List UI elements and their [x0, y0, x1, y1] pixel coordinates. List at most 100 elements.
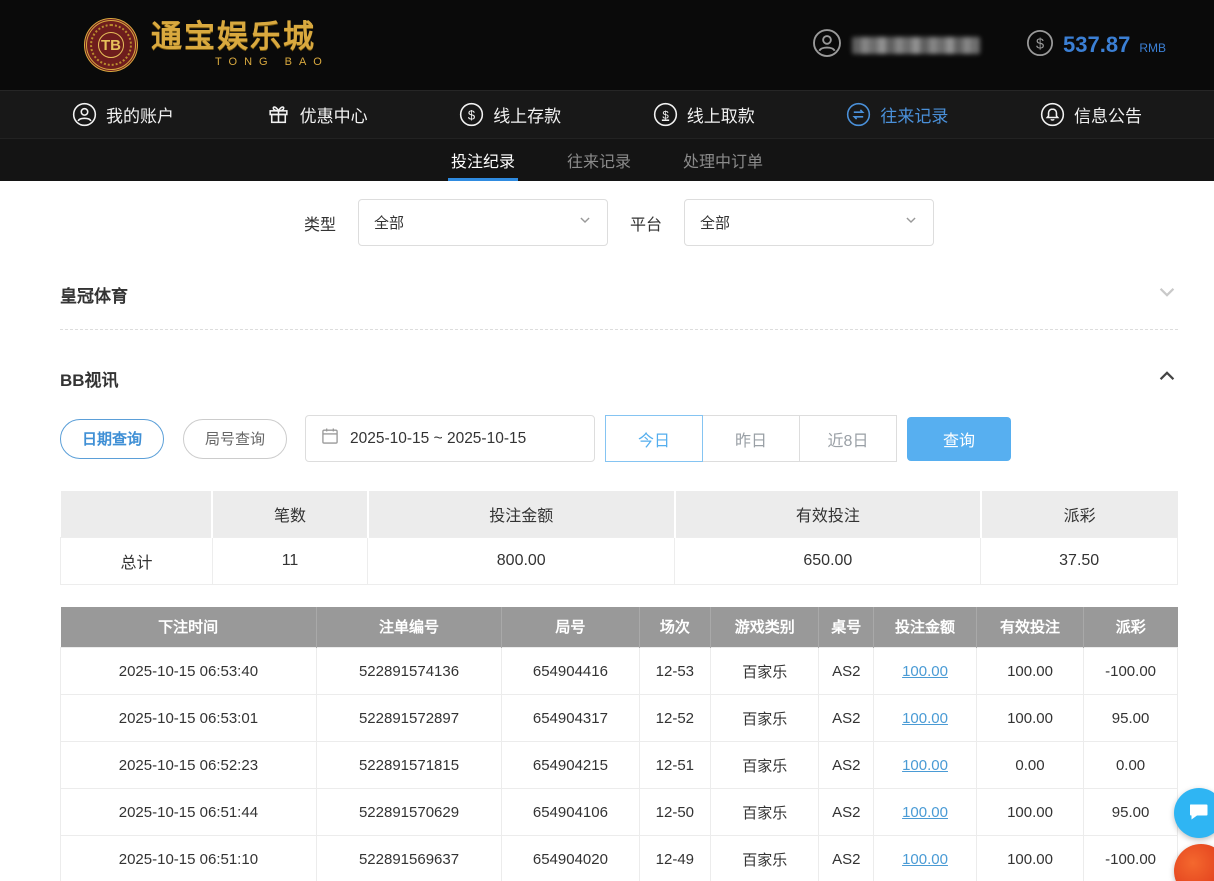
- tab-label: 处理中订单: [683, 148, 763, 172]
- user-chip[interactable]: [812, 28, 980, 63]
- order-id-cell: 522891572897: [316, 695, 501, 742]
- table-row: 2025-10-15 06:53:01522891572897654904317…: [61, 695, 1178, 742]
- round-id-cell: 654904106: [502, 789, 639, 836]
- table-id-cell: AS2: [819, 695, 874, 742]
- tab-label: 投注纪录: [451, 148, 515, 172]
- logo-tb-text: TB: [98, 32, 124, 58]
- type-select[interactable]: 全部: [358, 199, 608, 246]
- order-id-cell: 522891571815: [316, 742, 501, 789]
- nav-item-announcements[interactable]: 信息公告: [1040, 102, 1142, 127]
- tab-label: 往来记录: [567, 148, 631, 172]
- valid-bet-cell: 0.00: [976, 742, 1083, 789]
- payout-cell: -100.00: [1084, 648, 1178, 695]
- tab-bet-records[interactable]: 投注纪录: [448, 139, 518, 181]
- username-redacted: [852, 37, 980, 54]
- bet-time-cell: 2025-10-15 06:53:01: [61, 695, 317, 742]
- bb-video-section-header[interactable]: BB视讯: [60, 365, 1178, 392]
- filter-row: 类型 全部 平台 全部: [60, 199, 1178, 246]
- recent8-button[interactable]: 近8日: [799, 415, 897, 462]
- nav-label: 信息公告: [1074, 102, 1142, 127]
- avatar-icon: [812, 28, 842, 63]
- date-query-label: 日期查询: [82, 428, 142, 449]
- header-session: 场次: [639, 607, 710, 648]
- header-game-type: 游戏类别: [711, 607, 819, 648]
- table-row: 2025-10-15 06:51:44522891570629654904106…: [61, 789, 1178, 836]
- round-query-toggle[interactable]: 局号查询: [183, 419, 287, 459]
- bet-time-cell: 2025-10-15 06:52:23: [61, 742, 317, 789]
- payout-cell: 95.00: [1084, 789, 1178, 836]
- gift-icon: [266, 102, 291, 127]
- table-row: 2025-10-15 06:51:10522891569637654904020…: [61, 836, 1178, 881]
- summary-table: 笔数 投注金额 有效投注 派彩 总计 11 800.00 650.00 37.5…: [60, 491, 1178, 585]
- bet-amount-cell: 100.00: [874, 648, 977, 695]
- today-button[interactable]: 今日: [605, 415, 703, 462]
- chevron-down-icon[interactable]: [1156, 281, 1178, 308]
- header-bet-time: 下注时间: [61, 607, 317, 648]
- round-id-cell: 654904317: [502, 695, 639, 742]
- balance[interactable]: $ 537.87 RMB: [1026, 29, 1166, 62]
- nav-label: 往来记录: [880, 102, 948, 127]
- summary-header-blank: [61, 491, 213, 537]
- logo-title: 通宝娱乐城: [151, 21, 329, 54]
- bet-table-header-row: 下注时间 注单编号 局号 场次 游戏类别 桌号 投注金额 有效投注 派彩: [61, 607, 1178, 648]
- session-cell: 12-49: [639, 836, 710, 881]
- round-query-label: 局号查询: [205, 428, 265, 449]
- bet-amount-cell: 100.00: [874, 742, 977, 789]
- chevron-down-icon: [904, 213, 918, 232]
- bet-time-cell: 2025-10-15 06:51:44: [61, 789, 317, 836]
- platform-select[interactable]: 全部: [684, 199, 934, 246]
- withdraw-coin-icon: $: [653, 102, 678, 127]
- bet-amount-link[interactable]: 100.00: [902, 710, 948, 727]
- nav-item-records[interactable]: 往来记录: [846, 102, 948, 127]
- transfer-records-icon: [846, 102, 871, 127]
- tab-transaction-records[interactable]: 往来记录: [564, 139, 634, 181]
- header-order-id: 注单编号: [316, 607, 501, 648]
- yesterday-label: 昨日: [735, 427, 767, 451]
- tab-processing-orders[interactable]: 处理中订单: [680, 139, 766, 181]
- nav-label: 线上取款: [687, 102, 755, 127]
- bet-amount-cell: 100.00: [874, 789, 977, 836]
- session-cell: 12-50: [639, 789, 710, 836]
- game-type-cell: 百家乐: [711, 648, 819, 695]
- nav-item-deposit[interactable]: $ 线上存款: [459, 102, 561, 127]
- summary-total-label: 总计: [61, 537, 213, 584]
- search-button[interactable]: 查询: [907, 417, 1011, 461]
- deposit-coin-icon: $: [459, 102, 484, 127]
- payout-cell: 95.00: [1084, 695, 1178, 742]
- bet-amount-cell: 100.00: [874, 836, 977, 881]
- chevron-up-icon[interactable]: [1156, 365, 1178, 392]
- session-cell: 12-53: [639, 648, 710, 695]
- bet-amount-link[interactable]: 100.00: [902, 757, 948, 774]
- valid-bet-cell: 100.00: [976, 836, 1083, 881]
- session-cell: 12-51: [639, 742, 710, 789]
- summary-total-row: 总计 11 800.00 650.00 37.50: [61, 537, 1178, 584]
- date-range-input[interactable]: 2025-10-15 ~ 2025-10-15: [305, 415, 595, 462]
- nav-label: 优惠中心: [300, 102, 368, 127]
- section-divider: [60, 329, 1178, 330]
- top-header: TB 通宝娱乐城 TONG BAO $ 537.87 RMB: [0, 0, 1214, 90]
- summary-header-count: 笔数: [212, 491, 367, 537]
- date-range-value: 2025-10-15 ~ 2025-10-15: [350, 430, 526, 448]
- bet-amount-link[interactable]: 100.00: [902, 851, 948, 868]
- bet-time-cell: 2025-10-15 06:53:40: [61, 648, 317, 695]
- crown-sports-title: 皇冠体育: [60, 282, 128, 307]
- wallet-icon: $: [1026, 29, 1054, 62]
- summary-total-count: 11: [212, 537, 367, 584]
- bell-icon: [1040, 102, 1065, 127]
- site-logo[interactable]: TB 通宝娱乐城 TONG BAO: [84, 18, 329, 72]
- nav-item-promotions[interactable]: 优惠中心: [266, 102, 368, 127]
- bet-amount-link[interactable]: 100.00: [902, 663, 948, 680]
- main-content: 类型 全部 平台 全部 皇冠体育 BB视讯 日期查询 局号查询 2025-10-…: [0, 199, 1214, 881]
- yesterday-button[interactable]: 昨日: [702, 415, 800, 462]
- date-query-toggle[interactable]: 日期查询: [60, 419, 164, 459]
- header-table-id: 桌号: [819, 607, 874, 648]
- session-cell: 12-52: [639, 695, 710, 742]
- summary-header-valid: 有效投注: [675, 491, 981, 537]
- summary-total-bet: 800.00: [368, 537, 675, 584]
- nav-item-my-account[interactable]: 我的账户: [72, 102, 174, 127]
- bet-amount-link[interactable]: 100.00: [902, 804, 948, 821]
- nav-item-withdraw[interactable]: $ 线上取款: [653, 102, 755, 127]
- balance-currency: RMB: [1139, 41, 1166, 55]
- crown-sports-section-header[interactable]: 皇冠体育: [60, 281, 1178, 308]
- main-nav: 我的账户 优惠中心 $ 线上存款 $ 线上取款 往来记录 信息公告: [0, 90, 1214, 138]
